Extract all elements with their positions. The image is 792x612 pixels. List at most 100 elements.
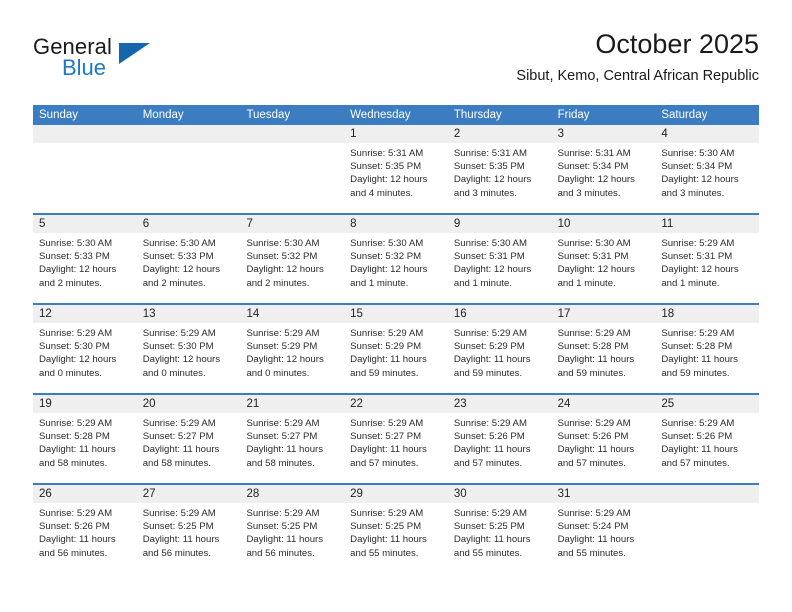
day-number[interactable]: 11 bbox=[655, 215, 759, 233]
sunset-text: Sunset: 5:34 PM bbox=[557, 161, 629, 173]
week-date-number-band: 5 6 7 8 9 10 11 bbox=[33, 215, 759, 233]
day-number[interactable]: 18 bbox=[655, 305, 759, 323]
day-cell: Sunrise: 5:29 AM Sunset: 5:24 PM Daylight:… bbox=[552, 503, 656, 573]
day-number[interactable]: 2 bbox=[448, 125, 552, 143]
day-number[interactable]: 26 bbox=[33, 485, 137, 503]
sunrise-text: Sunrise: 5:29 AM bbox=[557, 328, 631, 339]
sunset-text: Sunset: 5:30 PM bbox=[142, 341, 214, 353]
daylight-text-line1: Daylight: 12 hours bbox=[246, 354, 324, 366]
day-number[interactable]: 8 bbox=[344, 215, 448, 233]
week-detail-band: Sunrise: 5:31 AM Sunset: 5:35 PM Daylight:… bbox=[33, 143, 759, 213]
day-cell: Sunrise: 5:30 AM Sunset: 5:33 PM Daylight:… bbox=[137, 233, 241, 303]
sunset-text: Sunset: 5:25 PM bbox=[350, 521, 422, 533]
calendar-week-row: 1 2 3 4 Sunrise: 5:31 AM Sunset: 5:35 PM Dayli… bbox=[33, 125, 759, 213]
sunset-text: Sunset: 5:26 PM bbox=[661, 431, 733, 443]
sunrise-text: Sunrise: 5:29 AM bbox=[557, 508, 631, 519]
daylight-text-line1: Daylight: 11 hours bbox=[39, 444, 116, 456]
day-number[interactable]: 9 bbox=[448, 215, 552, 233]
day-number[interactable]: 22 bbox=[344, 395, 448, 413]
day-cell: Sunrise: 5:29 AM Sunset: 5:25 PM Daylight:… bbox=[344, 503, 448, 573]
daylight-text-line1: Daylight: 11 hours bbox=[246, 444, 324, 456]
title-block: October 2025 Sibut, Kemo, Central Africa… bbox=[516, 28, 759, 85]
calendar-week-row: 19 20 21 22 23 24 25 Sunrise: 5:29 AM Sunset: 5:… bbox=[33, 393, 759, 483]
sunset-text: Sunset: 5:29 PM bbox=[246, 341, 318, 353]
day-cell-empty bbox=[240, 143, 344, 213]
sunrise-text: Sunrise: 5:30 AM bbox=[661, 148, 735, 159]
daylight-text-line1: Daylight: 11 hours bbox=[39, 534, 116, 546]
day-cell: Sunrise: 5:29 AM Sunset: 5:29 PM Daylight:… bbox=[344, 323, 448, 393]
day-number[interactable]: 17 bbox=[552, 305, 656, 323]
week-detail-band: Sunrise: 5:29 AM Sunset: 5:28 PM Daylight:… bbox=[33, 413, 759, 483]
daylight-text-line1: Daylight: 12 hours bbox=[557, 174, 635, 186]
day-number-empty bbox=[655, 485, 759, 503]
sunset-text: Sunset: 5:34 PM bbox=[661, 161, 733, 173]
day-number[interactable]: 16 bbox=[448, 305, 552, 323]
day-cell: Sunrise: 5:30 AM Sunset: 5:31 PM Daylight:… bbox=[448, 233, 552, 303]
page-header: General Blue October 2025 Sibut, Kemo, C… bbox=[33, 28, 759, 98]
weekday-header-wednesday: Wednesday bbox=[350, 109, 411, 121]
daylight-text-line1: Daylight: 12 hours bbox=[453, 264, 532, 276]
day-number[interactable]: 6 bbox=[137, 215, 241, 233]
day-number[interactable]: 25 bbox=[655, 395, 759, 413]
day-number[interactable]: 31 bbox=[552, 485, 656, 503]
day-number[interactable]: 29 bbox=[344, 485, 448, 503]
brand-blue-text: Blue bbox=[62, 55, 107, 80]
sunrise-text: Sunrise: 5:30 AM bbox=[39, 238, 113, 249]
daylight-text-line2: and 2 minutes. bbox=[142, 277, 206, 289]
sunrise-text: Sunrise: 5:29 AM bbox=[350, 328, 424, 339]
day-number[interactable]: 10 bbox=[552, 215, 656, 233]
sunrise-text: Sunrise: 5:29 AM bbox=[39, 508, 113, 519]
day-number[interactable]: 24 bbox=[552, 395, 656, 413]
daylight-text-line2: and 3 minutes. bbox=[661, 187, 725, 199]
day-number[interactable]: 1 bbox=[344, 125, 448, 143]
week-date-number-band: 1234 bbox=[33, 125, 759, 143]
sunrise-text: Sunrise: 5:29 AM bbox=[661, 238, 735, 249]
sunrise-text: Sunrise: 5:31 AM bbox=[453, 148, 527, 159]
day-number[interactable]: 3 bbox=[552, 125, 656, 143]
sunrise-text: Sunrise: 5:29 AM bbox=[350, 418, 424, 429]
weekday-header-sunday: Sunday bbox=[39, 109, 79, 121]
daylight-text-line1: Daylight: 12 hours bbox=[350, 174, 428, 186]
sunset-text: Sunset: 5:29 PM bbox=[350, 341, 422, 353]
weekday-header-friday: Friday bbox=[557, 109, 590, 121]
week-date-number-band: 19 20 21 22 23 24 25 bbox=[33, 395, 759, 413]
sunrise-text: Sunrise: 5:31 AM bbox=[350, 148, 424, 159]
day-number-empty bbox=[33, 125, 137, 143]
daylight-text-line1: Daylight: 12 hours bbox=[246, 264, 324, 276]
day-number[interactable]: 20 bbox=[137, 395, 241, 413]
day-number[interactable]: 4 bbox=[655, 125, 759, 143]
day-cell: Sunrise: 5:29 AM Sunset: 5:28 PM Daylight:… bbox=[552, 323, 656, 393]
sunrise-text: Sunrise: 5:29 AM bbox=[142, 418, 216, 429]
day-number[interactable]: 7 bbox=[240, 215, 344, 233]
daylight-text-line2: and 55 minutes. bbox=[453, 547, 523, 559]
day-cell: Sunrise: 5:31 AM Sunset: 5:35 PM Daylight:… bbox=[448, 143, 552, 213]
general-blue-logo[interactable]: General Blue bbox=[33, 34, 153, 86]
day-number[interactable]: 14 bbox=[240, 305, 344, 323]
day-cell: Sunrise: 5:29 AM Sunset: 5:29 PM Daylight:… bbox=[240, 323, 344, 393]
day-number[interactable]: 27 bbox=[137, 485, 241, 503]
sunrise-text: Sunrise: 5:29 AM bbox=[39, 328, 113, 339]
day-number[interactable]: 30 bbox=[448, 485, 552, 503]
day-number[interactable]: 28 bbox=[240, 485, 344, 503]
day-number[interactable]: 15 bbox=[344, 305, 448, 323]
sunset-text: Sunset: 5:33 PM bbox=[142, 251, 214, 263]
day-number[interactable]: 21 bbox=[240, 395, 344, 413]
daylight-text-line2: and 4 minutes. bbox=[350, 187, 414, 199]
sunset-text: Sunset: 5:32 PM bbox=[350, 251, 422, 263]
sunset-text: Sunset: 5:27 PM bbox=[246, 431, 318, 443]
day-number[interactable]: 5 bbox=[33, 215, 137, 233]
daylight-text-line2: and 55 minutes. bbox=[557, 547, 626, 559]
daylight-text-line2: and 1 minute. bbox=[350, 277, 409, 289]
day-number[interactable]: 12 bbox=[33, 305, 137, 323]
daylight-text-line2: and 58 minutes. bbox=[142, 457, 211, 469]
daylight-text-line2: and 59 minutes. bbox=[661, 367, 730, 379]
day-cell-empty bbox=[137, 143, 241, 213]
daylight-text-line1: Daylight: 11 hours bbox=[142, 534, 220, 546]
day-number[interactable]: 23 bbox=[448, 395, 552, 413]
day-number[interactable]: 13 bbox=[137, 305, 241, 323]
daylight-text-line2: and 3 minutes. bbox=[453, 187, 517, 199]
day-cell: Sunrise: 5:31 AM Sunset: 5:35 PM Daylight:… bbox=[344, 143, 448, 213]
sunset-text: Sunset: 5:31 PM bbox=[557, 251, 629, 263]
day-number[interactable]: 19 bbox=[33, 395, 137, 413]
daylight-text-line1: Daylight: 12 hours bbox=[557, 264, 635, 276]
